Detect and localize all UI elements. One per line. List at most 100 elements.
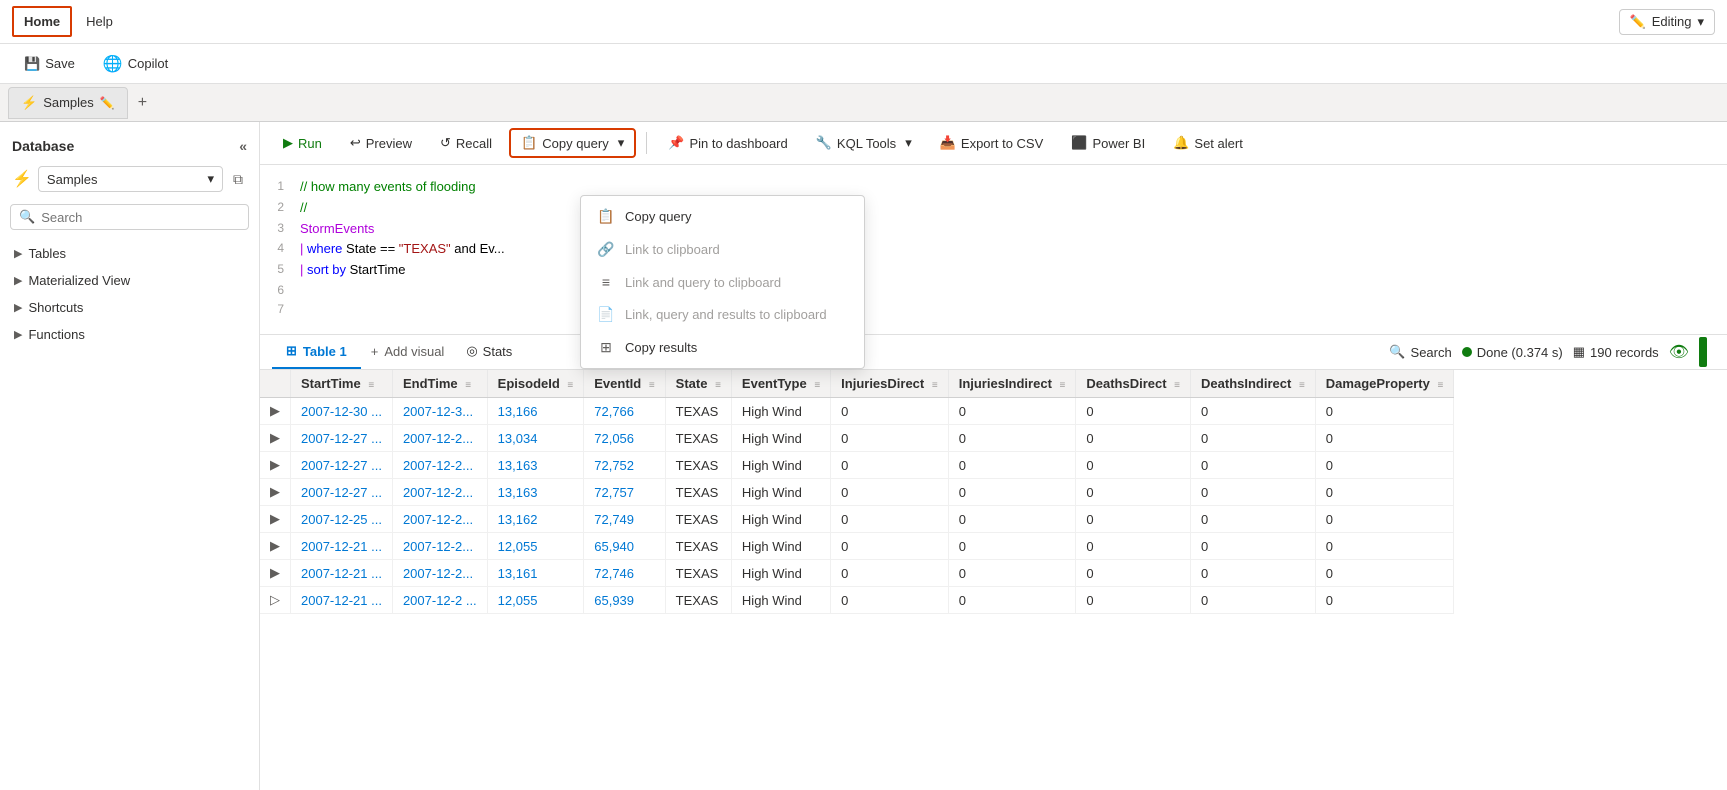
- code-line-6: 6: [260, 281, 1727, 300]
- sidebar-item-functions[interactable]: ▶ Functions: [4, 321, 255, 348]
- recall-button[interactable]: ↺ Recall: [429, 129, 503, 157]
- recall-label: Recall: [456, 136, 492, 151]
- pin-dashboard-button[interactable]: 📌 Pin to dashboard: [657, 129, 798, 157]
- col-episodeid[interactable]: EpisodeId ≡: [487, 370, 584, 398]
- results-table-wrap[interactable]: StartTime ≡ EndTime ≡ EpisodeId ≡ EventI…: [260, 370, 1727, 790]
- dropdown-copy-results[interactable]: ⊞ Copy results: [581, 331, 864, 364]
- stats-label: Stats: [483, 344, 513, 359]
- save-button[interactable]: 💾 Save: [16, 52, 83, 76]
- cell-state: TEXAS: [665, 398, 731, 425]
- cell-deathsdirect: 0: [1076, 506, 1191, 533]
- cell-expand[interactable]: ▶: [260, 506, 291, 533]
- code-line-7: 7: [260, 300, 1727, 319]
- link-query-icon: ≡: [597, 274, 615, 290]
- editor-area: ▶ Run ↩ Preview ↺ Recall 📋 Copy query ▾ …: [260, 122, 1727, 790]
- cell-injuriesdirect: 0: [831, 587, 949, 614]
- tab-samples[interactable]: ⚡ Samples ✏️: [8, 87, 128, 119]
- sidebar-item-tables[interactable]: ▶ Tables: [4, 240, 255, 267]
- dropdown-link-query-results-clipboard: 📄 Link, query and results to clipboard: [581, 298, 864, 331]
- tab-add-button[interactable]: +: [130, 90, 155, 116]
- col-deathsindirect[interactable]: DeathsIndirect ≡: [1191, 370, 1316, 398]
- db-copy-icon[interactable]: ⧉: [229, 167, 247, 192]
- cell-expand[interactable]: ▷: [260, 587, 291, 614]
- cell-episodeid: 12,055: [487, 533, 584, 560]
- editing-button[interactable]: ✏️ Editing ▾: [1619, 9, 1715, 35]
- status-bar: [1699, 337, 1707, 367]
- preview-label: Preview: [366, 136, 412, 151]
- tab-label: Samples: [43, 95, 94, 110]
- cell-endtime: 2007-12-3...: [392, 398, 487, 425]
- run-label: Run: [298, 136, 322, 151]
- copilot-button[interactable]: 🌐 Copilot: [95, 50, 176, 78]
- cell-expand[interactable]: ▶: [260, 560, 291, 587]
- preview-button[interactable]: ↩ Preview: [339, 129, 423, 157]
- collapse-icon[interactable]: «: [239, 138, 247, 154]
- tab-stats[interactable]: ◎ Stats: [454, 337, 524, 367]
- cell-damageproperty: 0: [1315, 398, 1454, 425]
- tab-add-visual[interactable]: + Add visual: [361, 338, 455, 367]
- dropdown-copy-query[interactable]: 📋 Copy query: [581, 200, 864, 233]
- col-eventid[interactable]: EventId ≡: [584, 370, 665, 398]
- search-icon: 🔍: [19, 209, 35, 225]
- pin-label: Pin to dashboard: [689, 136, 787, 151]
- col-deathsdirect[interactable]: DeathsDirect ≡: [1076, 370, 1191, 398]
- tab-edit-icon[interactable]: ✏️: [100, 96, 115, 110]
- cell-injuriesindirect: 0: [948, 533, 1076, 560]
- sidebar-item-shortcuts[interactable]: ▶ Shortcuts: [4, 294, 255, 321]
- add-icon: +: [371, 344, 379, 359]
- results-tbody: ▶2007-12-30 ...2007-12-3...13,16672,766T…: [260, 398, 1454, 614]
- cell-expand[interactable]: ▶: [260, 398, 291, 425]
- db-selector-button[interactable]: Samples ▾: [38, 166, 223, 192]
- tab-table1[interactable]: ⊞ Table 1: [272, 335, 361, 369]
- col-injuriesindirect[interactable]: InjuriesIndirect ≡: [948, 370, 1076, 398]
- cell-eventid: 72,752: [584, 452, 665, 479]
- cell-eventtype: High Wind: [731, 452, 830, 479]
- records-count: ▦ 190 records: [1573, 344, 1659, 360]
- col-injuriesdirect[interactable]: InjuriesDirect ≡: [831, 370, 949, 398]
- kql-label: KQL Tools: [837, 136, 896, 151]
- set-alert-button[interactable]: 🔔 Set alert: [1162, 129, 1254, 157]
- cell-eventtype: High Wind: [731, 479, 830, 506]
- cell-injuriesdirect: 0: [831, 560, 949, 587]
- kql-tools-button[interactable]: 🔧 KQL Tools ▾: [805, 129, 923, 157]
- cell-eventid: 72,056: [584, 425, 665, 452]
- col-starttime[interactable]: StartTime ≡: [291, 370, 393, 398]
- toolbar-divider: [646, 132, 647, 154]
- search-results-button[interactable]: 🔍 Search: [1389, 344, 1451, 360]
- nav-home[interactable]: Home: [12, 6, 72, 37]
- col-state[interactable]: State ≡: [665, 370, 731, 398]
- sidebar-item-label: Shortcuts: [28, 300, 83, 315]
- code-line-5: 5 | sort by StartTime: [260, 260, 1727, 281]
- copy-query-button[interactable]: 📋 Copy query ▾: [509, 128, 636, 158]
- dropdown-item-label: Copy results: [625, 340, 697, 355]
- cell-state: TEXAS: [665, 479, 731, 506]
- cell-starttime: 2007-12-27 ...: [291, 425, 393, 452]
- cell-starttime: 2007-12-25 ...: [291, 506, 393, 533]
- records-label: 190 records: [1590, 345, 1659, 360]
- cell-starttime: 2007-12-27 ...: [291, 479, 393, 506]
- nav-help[interactable]: Help: [76, 8, 123, 35]
- search-input[interactable]: [41, 210, 240, 225]
- cell-deathsdirect: 0: [1076, 452, 1191, 479]
- cell-expand[interactable]: ▶: [260, 425, 291, 452]
- sidebar-item-materialized-view[interactable]: ▶ Materialized View: [4, 267, 255, 294]
- cell-expand[interactable]: ▶: [260, 479, 291, 506]
- power-bi-button[interactable]: ⬛ Power BI: [1060, 129, 1156, 157]
- run-button[interactable]: ▶ Run: [272, 129, 333, 157]
- cell-expand[interactable]: ▶: [260, 533, 291, 560]
- col-damageproperty[interactable]: DamageProperty ≡: [1315, 370, 1454, 398]
- visibility-toggle[interactable]: 👁: [1669, 342, 1689, 362]
- cell-starttime: 2007-12-30 ...: [291, 398, 393, 425]
- editing-label: Editing: [1652, 14, 1692, 29]
- tab-bar: ⚡ Samples ✏️ +: [0, 84, 1727, 122]
- cell-episodeid: 13,034: [487, 425, 584, 452]
- export-csv-button[interactable]: 📥 Export to CSV: [929, 129, 1055, 157]
- chevron-right-icon: ▶: [14, 274, 22, 287]
- cell-expand[interactable]: ▶: [260, 452, 291, 479]
- sidebar-item-label: Tables: [28, 246, 66, 261]
- cell-injuriesdirect: 0: [831, 506, 949, 533]
- code-editor[interactable]: 1 // how many events of flooding 2 // 3 …: [260, 165, 1727, 335]
- col-endtime[interactable]: EndTime ≡: [392, 370, 487, 398]
- tab-table1-label: Table 1: [303, 344, 347, 359]
- col-eventtype[interactable]: EventType ≡: [731, 370, 830, 398]
